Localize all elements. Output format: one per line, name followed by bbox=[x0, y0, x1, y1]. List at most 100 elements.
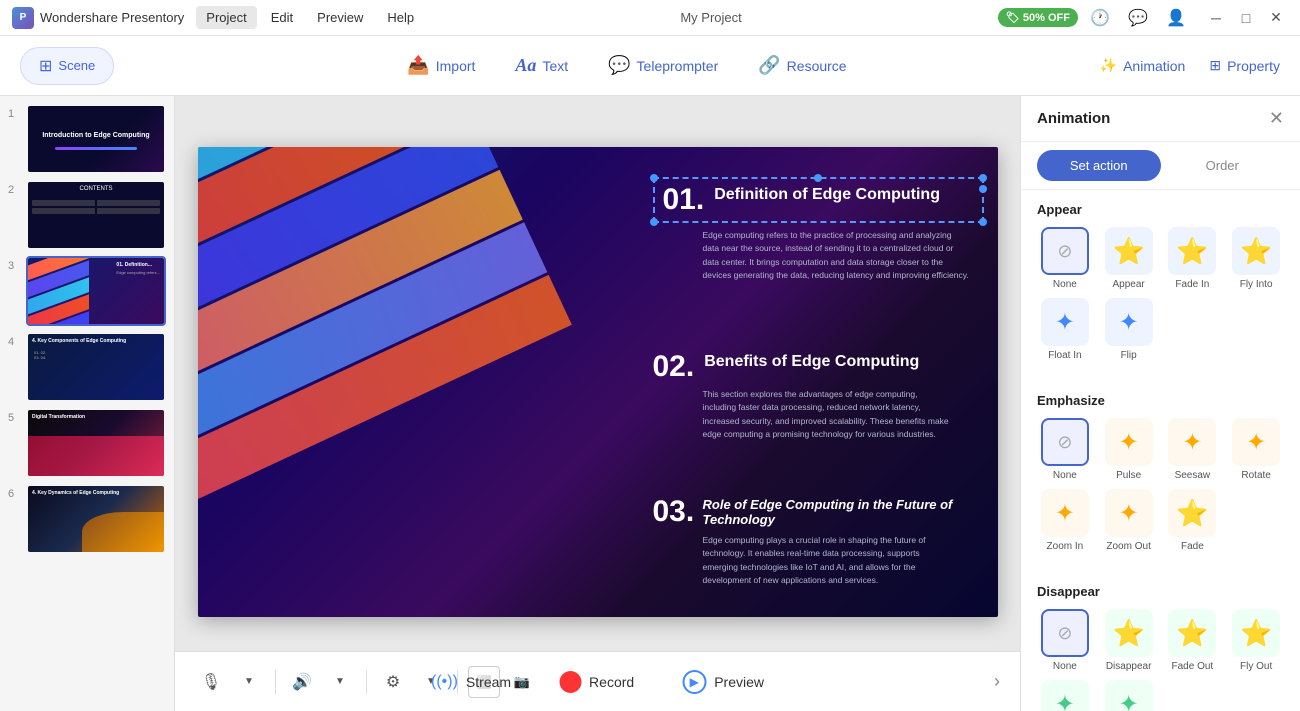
anim-fade-out-icon: ⭐ bbox=[1168, 609, 1216, 657]
list-item[interactable]: 3 01. Definition... Edge c bbox=[8, 256, 166, 326]
anim-rotate[interactable]: ✦ Rotate bbox=[1228, 418, 1284, 481]
menu-help[interactable]: Help bbox=[377, 6, 424, 29]
canvas-content: 01. Definition of Edge Computing Edge co… bbox=[198, 147, 998, 617]
scene-icon: ⊞ bbox=[39, 56, 52, 76]
toolbar-item-text[interactable]: Aa Text bbox=[515, 55, 568, 76]
close-button[interactable]: ✕ bbox=[1264, 6, 1288, 30]
toolbar-item-resource[interactable]: 🔗 Resource bbox=[758, 55, 846, 76]
disappear-grid: ⊘ None ⭐ Disappear ⭐ Fade Out bbox=[1037, 609, 1284, 711]
anim-pulse-icon: ✦ bbox=[1105, 418, 1153, 466]
anim-float-out[interactable]: ✦ Float Out bbox=[1037, 680, 1093, 711]
anim-none-appear[interactable]: ⊘ None bbox=[1037, 227, 1093, 290]
disappear-section: Disappear ⊘ None ⭐ Disappear ⭐ bbox=[1021, 572, 1300, 711]
menu-preview[interactable]: Preview bbox=[307, 6, 373, 29]
toolbar-item-import[interactable]: 📤 Import bbox=[407, 55, 475, 76]
anim-fade-emphasize[interactable]: ⭐ Fade bbox=[1165, 489, 1221, 552]
anim-appear[interactable]: ⭐ Appear bbox=[1101, 227, 1157, 290]
volume-button[interactable]: 🔊 bbox=[286, 666, 318, 698]
panel-header: Animation ✕ bbox=[1021, 96, 1300, 142]
anim-fly-out-icon: ⭐ bbox=[1232, 609, 1280, 657]
animation-icon: ✨ bbox=[1100, 57, 1117, 74]
list-item[interactable]: 4 4. Key Components of Edge Computing 01… bbox=[8, 332, 166, 402]
list-item[interactable]: 1 Introduction to Edge Computing bbox=[8, 104, 166, 174]
slide-canvas: 01. Definition of Edge Computing Edge co… bbox=[198, 147, 998, 617]
mic-dropdown-button[interactable]: ▼ bbox=[233, 666, 265, 698]
slide-thumb-4[interactable]: 4. Key Components of Edge Computing 01. … bbox=[26, 332, 166, 402]
anim-pulse[interactable]: ✦ Pulse bbox=[1101, 418, 1157, 481]
anim-float-in[interactable]: ✦ Float In bbox=[1037, 298, 1093, 361]
bottom-center-actions: ((•)) Stream Record ▶ Preview bbox=[419, 664, 776, 700]
canvas-wrapper: 01. Definition of Edge Computing Edge co… bbox=[175, 96, 1020, 651]
preview-action[interactable]: ▶ Preview bbox=[670, 664, 776, 700]
panel-close-button[interactable]: ✕ bbox=[1269, 108, 1284, 129]
anim-float-in-label: Float In bbox=[1048, 350, 1081, 361]
sec03-body: Edge computing plays a crucial role in s… bbox=[703, 534, 984, 588]
text-label: Text bbox=[542, 58, 568, 74]
toolbar-item-teleprompter[interactable]: 💬 Teleprompter bbox=[608, 55, 718, 76]
menu-edit[interactable]: Edit bbox=[261, 6, 303, 29]
sec01-body: Edge computing refers to the practice of… bbox=[703, 229, 984, 283]
sec03-title: Role of Edge Computing in the Future of … bbox=[703, 497, 984, 528]
anim-zoom-in-icon: ✦ bbox=[1041, 489, 1089, 537]
app-logo: P Wondershare Presentory bbox=[12, 7, 184, 29]
anim-zoom-in[interactable]: ✦ Zoom In bbox=[1037, 489, 1093, 552]
anim-flip-appear[interactable]: ✦ Flip bbox=[1101, 298, 1157, 361]
stream-action[interactable]: ((•)) Stream bbox=[419, 667, 523, 697]
discount-badge[interactable]: 🏷 50% OFF bbox=[998, 8, 1078, 27]
user-icon[interactable]: 👤 bbox=[1162, 4, 1190, 32]
section-02[interactable]: 02. Benefits of Edge Computing This sect… bbox=[653, 352, 984, 442]
slide-number-4: 4 bbox=[8, 332, 20, 348]
sec01-number: 01. bbox=[663, 185, 705, 215]
resource-label: Resource bbox=[787, 58, 847, 74]
clock-icon[interactable]: 🕐 bbox=[1086, 4, 1114, 32]
section-03[interactable]: 03. Role of Edge Computing in the Future… bbox=[653, 497, 984, 589]
anim-seesaw-icon: ✦ bbox=[1168, 418, 1216, 466]
record-action[interactable]: Record bbox=[547, 665, 646, 699]
vol-dropdown-button[interactable]: ▼ bbox=[324, 666, 356, 698]
list-item[interactable]: 2 CONTENTS bbox=[8, 180, 166, 250]
anim-fly-into[interactable]: ⭐ Fly Into bbox=[1228, 227, 1284, 290]
tab-order[interactable]: Order bbox=[1161, 150, 1285, 181]
import-label: Import bbox=[436, 58, 476, 74]
anim-disappear[interactable]: ⭐ Disappear bbox=[1101, 609, 1157, 672]
section-01[interactable]: 01. Definition of Edge Computing Edge co… bbox=[653, 177, 984, 283]
slide-thumb-2[interactable]: CONTENTS bbox=[26, 180, 166, 250]
anim-zoom-out[interactable]: ✦ Zoom Out bbox=[1101, 489, 1157, 552]
slide-thumb-5[interactable]: Digital Transformation bbox=[26, 408, 166, 478]
slide-thumb-3[interactable]: 01. Definition... Edge computing refers.… bbox=[26, 256, 166, 326]
anim-fade-out[interactable]: ⭐ Fade Out bbox=[1165, 609, 1221, 672]
resource-icon: 🔗 bbox=[758, 55, 780, 76]
list-item[interactable]: 6 4. Key Dynamics of Edge Computing bbox=[8, 484, 166, 554]
minimize-button[interactable]: ─ bbox=[1204, 6, 1228, 30]
anim-flip-disappear[interactable]: ✦ Flip bbox=[1101, 680, 1157, 711]
anim-seesaw[interactable]: ✦ Seesaw bbox=[1165, 418, 1221, 481]
selection-handle-br bbox=[979, 218, 987, 226]
tab-set-action[interactable]: Set action bbox=[1037, 150, 1161, 181]
nav-next-button[interactable]: › bbox=[994, 671, 1000, 692]
scene-button[interactable]: ⊞ Scene bbox=[20, 47, 114, 85]
anim-fade-in-icon: ⭐ bbox=[1168, 227, 1216, 275]
settings-button[interactable]: ⚙ bbox=[377, 666, 409, 698]
slide-thumb-6[interactable]: 4. Key Dynamics of Edge Computing bbox=[26, 484, 166, 554]
anim-fade-in[interactable]: ⭐ Fade In bbox=[1165, 227, 1221, 290]
list-item[interactable]: 5 Digital Transformation bbox=[8, 408, 166, 478]
anim-none-disappear[interactable]: ⊘ None bbox=[1037, 609, 1093, 672]
microphone-button[interactable]: 🎙 bbox=[195, 666, 227, 698]
maximize-button[interactable]: □ bbox=[1234, 6, 1258, 30]
emphasize-grid: ⊘ None ✦ Pulse ✦ Seesaw bbox=[1037, 418, 1284, 552]
selection-handle-mr bbox=[979, 185, 987, 193]
anim-rotate-icon: ✦ bbox=[1232, 418, 1280, 466]
anim-none-emphasize[interactable]: ⊘ None bbox=[1037, 418, 1093, 481]
toolbar-right: ✨ Animation ⊞ Property bbox=[1100, 57, 1280, 74]
toolbar-item-animation[interactable]: ✨ Animation bbox=[1100, 57, 1186, 74]
slide-thumb-1[interactable]: Introduction to Edge Computing bbox=[26, 104, 166, 174]
anim-fly-out[interactable]: ⭐ Fly Out bbox=[1228, 609, 1284, 672]
anim-none-appear-icon: ⊘ bbox=[1041, 227, 1089, 275]
toolbar-item-property[interactable]: ⊞ Property bbox=[1209, 57, 1280, 74]
chat-icon[interactable]: 💬 bbox=[1124, 4, 1152, 32]
menu-project[interactable]: Project bbox=[196, 6, 256, 29]
anim-rotate-label: Rotate bbox=[1241, 470, 1270, 481]
stream-icon: ((•)) bbox=[431, 673, 458, 691]
emphasize-section: Emphasize ⊘ None ✦ Pulse ✦ bbox=[1021, 381, 1300, 564]
sec03-number: 03. bbox=[653, 497, 693, 527]
